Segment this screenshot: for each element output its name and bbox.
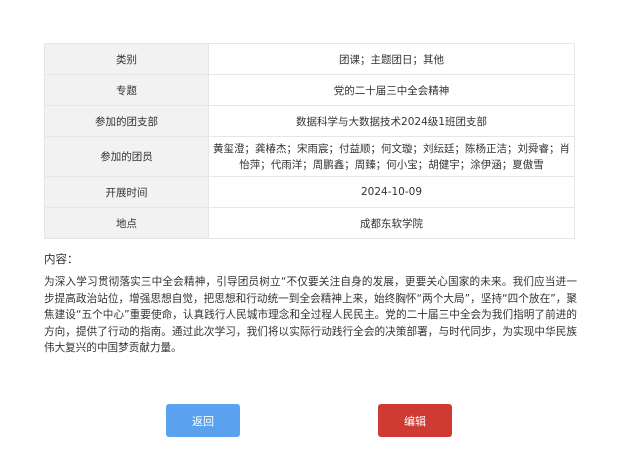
topic-value: 党的二十届三中全会精神 [208,74,575,106]
back-button[interactable]: 返回 [166,404,240,437]
content-body-text: 为深入学习贯彻落实三中全会精神，引导团员树立“不仅要关注自身的发展，更要关心国家… [44,276,577,354]
topic-label: 专题 [44,74,209,106]
branch-label: 参加的团支部 [44,105,209,137]
location-label: 地点 [44,207,209,239]
category-value: 团课；主题团日；其他 [208,43,575,75]
info-row-location: 地点 成都东软学院 [44,207,575,239]
date-value: 2024-10-09 [208,176,575,208]
members-label: 参加的团员 [44,136,209,177]
date-label: 开展时间 [44,176,209,208]
content-heading: 内容： [44,252,79,266]
info-row-category: 类别 团课；主题团日；其他 [44,43,575,75]
edit-button[interactable]: 编辑 [378,404,452,437]
info-row-date: 开展时间 2024-10-09 [44,176,575,208]
activity-info-table: 类别 团课；主题团日；其他 专题 党的二十届三中全会精神 参加的团支部 数据科学… [44,43,575,239]
members-value: 黄玺澄；龚椿杰；宋雨宸；付益顺；何文璇；刘纭廷；陈杨正洁；刘舜睿；肖怡萍；代雨洋… [208,136,575,177]
info-row-members: 参加的团员 黄玺澄；龚椿杰；宋雨宸；付益顺；何文璇；刘纭廷；陈杨正洁；刘舜睿；肖… [44,136,575,177]
info-row-branch: 参加的团支部 数据科学与大数据技术2024级1班团支部 [44,105,575,137]
branch-value: 数据科学与大数据技术2024级1班团支部 [208,105,575,137]
location-value: 成都东软学院 [208,207,575,239]
category-label: 类别 [44,43,209,75]
activity-detail-page: 类别 团课；主题团日；其他 专题 党的二十届三中全会精神 参加的团支部 数据科学… [0,0,622,454]
info-row-topic: 专题 党的二十届三中全会精神 [44,74,575,106]
